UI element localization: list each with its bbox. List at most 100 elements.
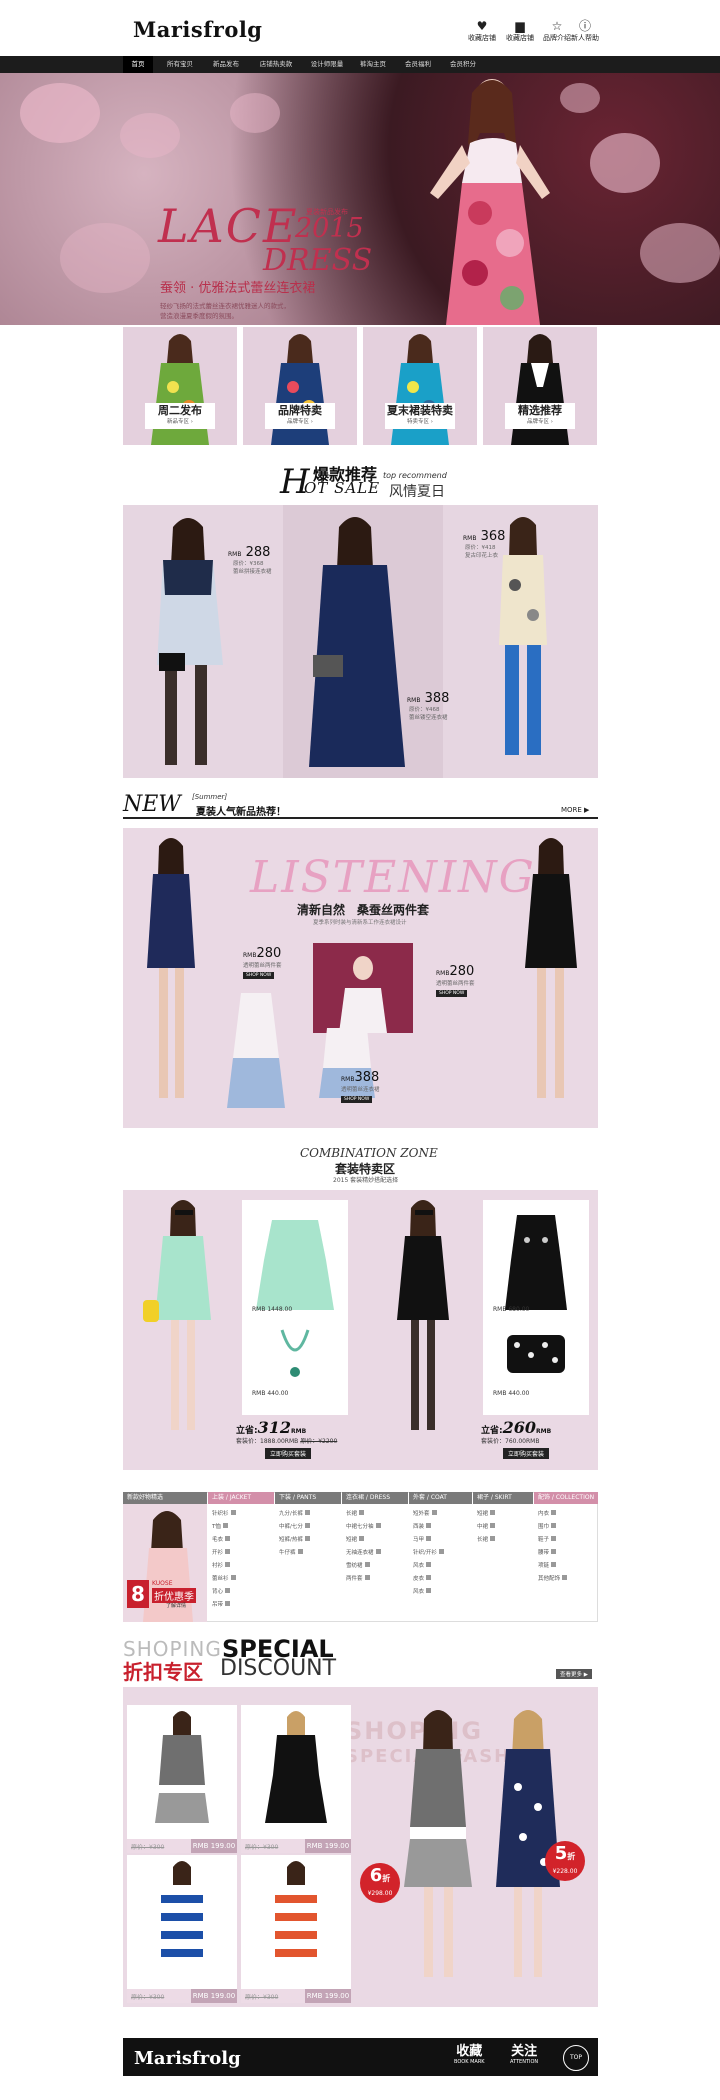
bookmark-label: 收藏: [456, 2044, 483, 2059]
catalog-link[interactable]: 针织/开衫: [413, 1548, 444, 1556]
favorite-store-button[interactable]: ♥ 收藏店铺: [462, 20, 502, 43]
nav-designer[interactable]: 设计师限量: [306, 56, 348, 73]
bookmark-button[interactable]: 收藏 BOOK MARK: [454, 2044, 485, 2065]
catalog-link[interactable]: 背心: [212, 1587, 231, 1595]
catalog-link[interactable]: 马甲: [413, 1535, 432, 1543]
catalog-link[interactable]: 其他配饰: [538, 1574, 568, 1582]
nav-member-benefits[interactable]: 会员福利: [398, 56, 438, 73]
attention-label: 关注: [511, 2044, 538, 2059]
shop-now-button[interactable]: SHOP NOW: [436, 990, 468, 997]
collect-store-button[interactable]: ▆ 收藏店铺: [500, 20, 540, 43]
catalog-link[interactable]: 风衣: [413, 1587, 432, 1595]
discount-card[interactable]: 原价：¥300 RMB 199.00: [127, 1705, 237, 1853]
catalog-link[interactable]: 长裙: [477, 1535, 496, 1543]
help-button[interactable]: ⓘ 新人帮助: [565, 20, 605, 43]
category-tile-brand-sale[interactable]: 品牌特卖 品牌专区 ›: [243, 327, 357, 445]
catalog-link[interactable]: 内衣: [538, 1509, 557, 1517]
catalog-link[interactable]: 蕾丝衫: [212, 1574, 236, 1582]
col-head-tops[interactable]: 上装 / JACKET: [208, 1492, 274, 1504]
special-more-button[interactable]: 查看更多 ▶: [556, 1669, 592, 1679]
nav-member-points[interactable]: 会员积分: [442, 56, 484, 73]
category-tile-featured[interactable]: 精选推荐 品牌专区 ›: [483, 327, 597, 445]
catalog-link[interactable]: 短裙: [477, 1509, 496, 1517]
promo-more-link[interactable]: 了解详情: [166, 1602, 186, 1609]
col-head-dress[interactable]: 连衣裙 / DRESS: [342, 1492, 408, 1504]
hot-price-2[interactable]: RMB 368: [463, 529, 505, 544]
catalog-link[interactable]: 牛仔裤: [279, 1548, 303, 1556]
catalog-link[interactable]: 雪纺裙: [346, 1561, 370, 1569]
logo[interactable]: Marisfrolg: [133, 17, 262, 42]
nav-hot[interactable]: 店铺热卖款: [252, 56, 300, 73]
shop-now-button[interactable]: SHOP NOW: [243, 972, 275, 979]
buy-set-button[interactable]: 立即购买套装: [503, 1448, 550, 1459]
catalog-link[interactable]: 两件套: [346, 1574, 370, 1582]
hot-price-1[interactable]: RMB 288: [228, 545, 270, 560]
catalog-link[interactable]: 项链: [538, 1561, 557, 1569]
col-head-accessories[interactable]: 配饰 / COLLECTION: [534, 1492, 598, 1504]
discount-card[interactable]: 原价：¥300 RMB 199.00: [241, 1705, 351, 1853]
discount-badge-2[interactable]: 5折 ¥228.00: [545, 1841, 585, 1881]
catalog-link[interactable]: 无袖连衣裙: [346, 1548, 381, 1556]
catalog-link[interactable]: 西装: [413, 1522, 432, 1530]
catalog-link[interactable]: 开衫: [212, 1548, 231, 1556]
bullet-icon: [304, 1536, 310, 1541]
catalog-link-label: 中裙七分袖: [346, 1524, 374, 1530]
catalog-link[interactable]: 鞋子: [538, 1535, 557, 1543]
back-to-top-button[interactable]: TOP: [563, 2045, 589, 2071]
shop-now-button[interactable]: SHOP NOW: [341, 1096, 373, 1103]
catalog-link-label: 短裙: [346, 1537, 358, 1543]
col-head-skirt[interactable]: 裙子 / SKIRT: [473, 1492, 533, 1504]
catalog-link[interactable]: T恤: [212, 1522, 228, 1530]
category-tile-summer-dress-sale[interactable]: 夏末裙装特卖 特卖专区 ›: [363, 327, 477, 445]
catalog-link-label: 牛仔裤: [279, 1550, 296, 1556]
discount-card[interactable]: 原价：¥300 RMB 199.00: [127, 1855, 237, 2003]
catalog-link[interactable]: 针织衫: [212, 1509, 236, 1517]
catalog-link-label: 蕾丝衫: [212, 1576, 229, 1582]
catalog-link[interactable]: 皮衣: [413, 1574, 432, 1582]
special-heading-cn: 折扣专区: [123, 1660, 203, 1684]
catalog-link[interactable]: 吊带: [212, 1600, 231, 1608]
catalog-link[interactable]: 短裙: [346, 1535, 365, 1543]
promo-number: 8: [127, 1580, 149, 1608]
buy-set-button[interactable]: 立即购买套装: [265, 1448, 312, 1459]
nav-new[interactable]: 新品发布: [206, 56, 246, 73]
new-more-link[interactable]: MORE ▶: [561, 806, 589, 814]
catalog-link-label: 毛衣: [212, 1537, 224, 1543]
catalog-link-label: 马甲: [413, 1537, 425, 1543]
catalog-link[interactable]: 围巾: [538, 1522, 557, 1530]
total-orig: 原价：¥2200: [300, 1438, 338, 1445]
nav-all-items[interactable]: 所有宝贝: [158, 56, 202, 73]
catalog-link[interactable]: 短外套: [413, 1509, 437, 1517]
catalog-link[interactable]: 中裙: [477, 1522, 496, 1530]
new-price-1[interactable]: RMB280: [243, 946, 281, 961]
nav-homepage[interactable]: 裤淘主页: [352, 56, 394, 73]
catalog-link-label: 西装: [413, 1524, 425, 1530]
info-icon: ⓘ: [578, 19, 591, 33]
discount-card[interactable]: 原价：¥300 RMB 199.00: [241, 1855, 351, 2003]
footer-logo[interactable]: Marisfrolg: [134, 2048, 241, 2069]
catalog-link[interactable]: 衬衫: [212, 1561, 231, 1569]
catalog-link[interactable]: 腰带: [538, 1548, 557, 1556]
discount-badge-1[interactable]: 6折 ¥298.00: [360, 1863, 400, 1903]
catalog-link[interactable]: 长裙: [346, 1509, 365, 1517]
hot-price-3[interactable]: RMB 388: [407, 691, 449, 706]
collect-label: 收藏店铺: [506, 34, 534, 42]
new-price-2[interactable]: RMB280: [436, 964, 474, 979]
product-name: 透明蕾丝两件套: [436, 981, 475, 987]
catalog-link[interactable]: 毛衣: [212, 1535, 231, 1543]
col-head-coat[interactable]: 外套 / COAT: [409, 1492, 472, 1504]
nav-home[interactable]: 首页: [123, 56, 153, 73]
tile-title: 夏末裙装特卖: [387, 404, 453, 417]
catalog-link[interactable]: 九分/长裤: [279, 1509, 310, 1517]
category-tile-tuesday-release[interactable]: 周二发布 新品专区 ›: [123, 327, 237, 445]
catalog-link[interactable]: 短裤/热裤: [279, 1535, 310, 1543]
attention-button[interactable]: 关注 ATTENTION: [510, 2044, 538, 2065]
catalog-link[interactable]: 中裙七分袖: [346, 1522, 381, 1530]
product-name: 复古印花上衣: [465, 553, 499, 559]
new-heading-cn: 夏装人气新品热荐！: [196, 807, 286, 818]
col-head-pants[interactable]: 下装 / PANTS: [275, 1492, 341, 1504]
catalog-link[interactable]: 风衣: [413, 1561, 432, 1569]
hero-banner[interactable]: LACE 2015 夏装新品发布 DRESS 蚕领 · 优雅法式蕾丝连衣裙 轻纱…: [0, 73, 720, 325]
new-price-3[interactable]: RMB388: [341, 1070, 379, 1085]
catalog-link[interactable]: 中裤/七分: [279, 1522, 310, 1530]
